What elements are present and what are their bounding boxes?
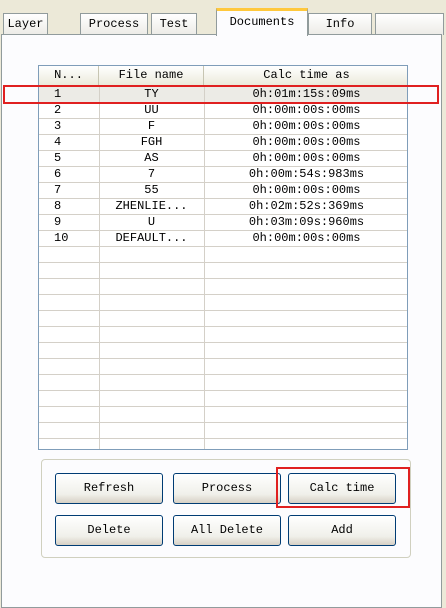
list-item[interactable]: 9 U 0h:03m:09s:960ms (39, 215, 407, 231)
process-button[interactable]: Process (173, 473, 281, 504)
tab-test[interactable]: Test (151, 13, 197, 35)
list-body: 1 TY 0h:01m:15s:09ms 2 UU 0h:00m:00s:00m… (39, 87, 407, 449)
list-item-calc-time: 0h:00m:00s:00ms (252, 231, 361, 245)
list-item-number: 2 (54, 103, 62, 117)
column-header-calc-time[interactable]: Calc time as (204, 66, 407, 85)
list-item[interactable]: 8 ZHENLIE... 0h:02m:52s:369ms (39, 199, 407, 215)
list-item-file-name: UU (144, 103, 159, 117)
list-item[interactable]: 2 UU 0h:00m:00s:00ms (39, 103, 407, 119)
column-header-file-name[interactable]: File name (99, 66, 204, 85)
refresh-button[interactable]: Refresh (55, 473, 163, 504)
tab-layer[interactable]: Layer (3, 13, 48, 35)
tab-blank[interactable] (375, 13, 444, 35)
tab-info[interactable]: Info (308, 13, 372, 35)
list-item-empty (39, 407, 407, 423)
list-item-calc-time: 0h:00m:00s:00ms (252, 135, 361, 149)
column-header-number[interactable]: N... (39, 66, 99, 85)
list-item-number: 5 (54, 151, 62, 165)
list-item-empty (39, 423, 407, 439)
tab-process[interactable]: Process (80, 13, 148, 35)
column-divider (99, 87, 100, 449)
list-item-number: 6 (54, 167, 62, 181)
list-item-empty (39, 247, 407, 263)
list-item[interactable]: 5 AS 0h:00m:00s:00ms (39, 151, 407, 167)
list-item-file-name: 7 (147, 167, 156, 181)
list-item-empty (39, 391, 407, 407)
list-item-calc-time: 0h:00m:54s:983ms (248, 167, 365, 181)
list-item-empty (39, 279, 407, 295)
add-button[interactable]: Add (288, 515, 396, 546)
list-item-empty (39, 311, 407, 327)
all-delete-button[interactable]: All Delete (173, 515, 281, 546)
tab-strip: Layer Process Test Documents Info (0, 0, 446, 36)
documents-list[interactable]: N... File name Calc time as 1 TY 0h:01m:… (38, 65, 408, 450)
list-item-number: 8 (54, 199, 62, 213)
list-item-number: 9 (54, 215, 62, 229)
list-item-file-name: U (147, 215, 156, 229)
list-item-file-name: ZHENLIE... (115, 199, 188, 213)
list-item-empty (39, 295, 407, 311)
list-item-calc-time: 0h:03m:09s:960ms (248, 215, 365, 229)
list-item-empty (39, 263, 407, 279)
list-item[interactable]: 4 FGH 0h:00m:00s:00ms (39, 135, 407, 151)
list-item-file-name: F (147, 119, 156, 133)
list-item-calc-time: 0h:00m:00s:00ms (252, 103, 361, 117)
column-divider (204, 87, 205, 449)
delete-button[interactable]: Delete (55, 515, 163, 546)
list-header: N... File name Calc time as (39, 66, 407, 87)
list-item[interactable]: 10 DEFAULT... 0h:00m:00s:00ms (39, 231, 407, 247)
selected-row-highlight (3, 85, 439, 104)
list-item[interactable]: 7 55 0h:00m:00s:00ms (39, 183, 407, 199)
list-item-file-name: DEFAULT... (115, 231, 188, 245)
list-item[interactable]: 6 7 0h:00m:54s:983ms (39, 167, 407, 183)
list-item-calc-time: 0h:00m:00s:00ms (252, 119, 361, 133)
list-item-calc-time: 0h:02m:52s:369ms (248, 199, 365, 213)
list-item-empty (39, 343, 407, 359)
calc-time-button-highlight (276, 467, 410, 508)
tab-documents[interactable]: Documents (216, 8, 308, 36)
list-item-file-name: AS (144, 151, 159, 165)
list-item-number: 7 (54, 183, 62, 197)
list-item-file-name: FGH (140, 135, 163, 149)
list-item[interactable]: 3 F 0h:00m:00s:00ms (39, 119, 407, 135)
list-item-number: 4 (54, 135, 62, 149)
list-item-calc-time: 0h:00m:00s:00ms (252, 151, 361, 165)
list-item-empty (39, 327, 407, 343)
list-item-empty (39, 359, 407, 375)
list-item-number: 3 (54, 119, 62, 133)
list-item-empty (39, 439, 407, 449)
list-item-file-name: 55 (144, 183, 159, 197)
list-item-calc-time: 0h:00m:00s:00ms (252, 183, 361, 197)
list-item-empty (39, 375, 407, 391)
list-item-number: 10 (54, 231, 69, 245)
